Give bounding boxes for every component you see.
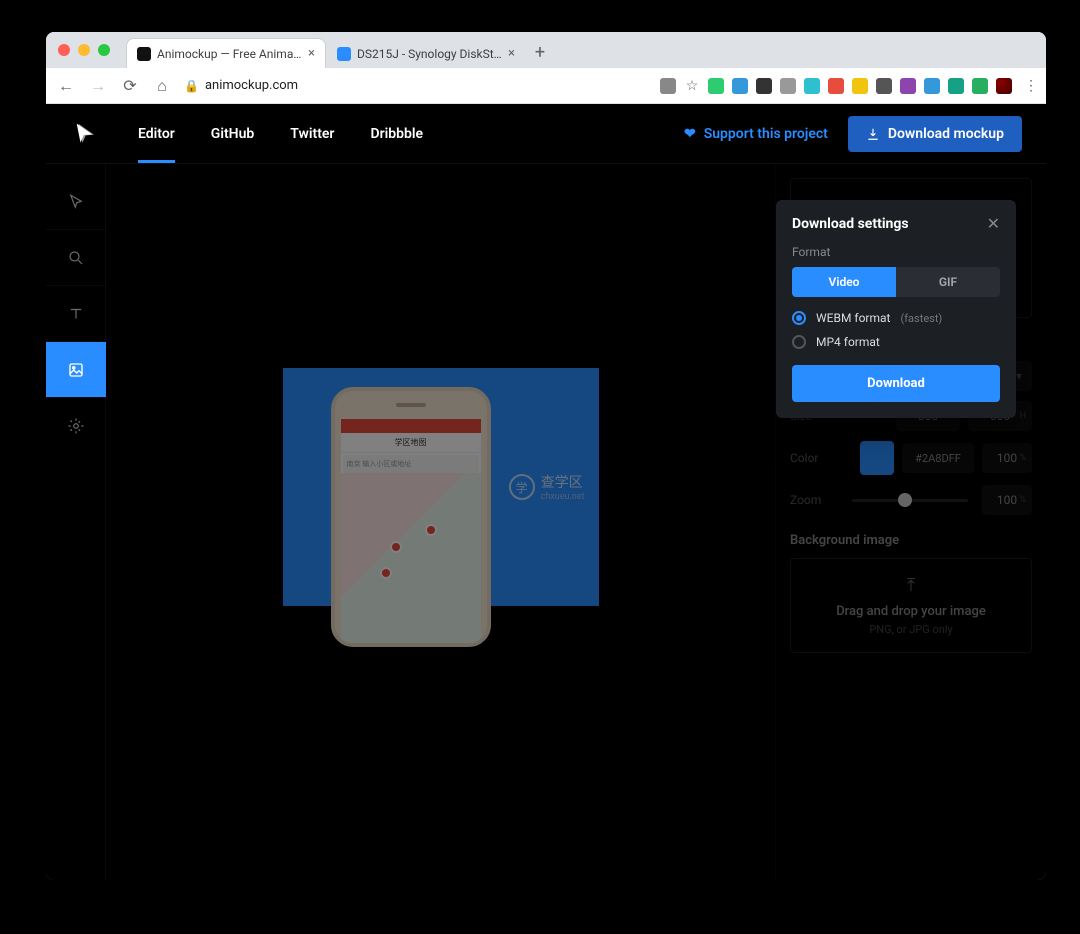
download-settings-popover: Download settings ✕ Format Video GIF WEB… [776, 200, 1016, 418]
favicon-icon [137, 47, 151, 61]
url-text: animockup.com [205, 78, 298, 93]
upload-icon: ⤒ [799, 575, 1023, 596]
download-icon [866, 127, 880, 141]
nav-dribbble[interactable]: Dribbble [370, 106, 423, 162]
window-controls[interactable] [58, 44, 110, 56]
star-icon[interactable]: ☆ [684, 78, 700, 94]
format-segmented: Video GIF [792, 267, 1000, 297]
ext-icon[interactable] [972, 78, 988, 94]
browser-window: Animockup — Free Animated Mockup Maker ×… [46, 32, 1046, 880]
ext-icon[interactable] [708, 78, 724, 94]
popover-title: Download settings [792, 216, 909, 232]
option-webm[interactable]: WEBM format (fastest) [792, 311, 1000, 325]
tool-text[interactable] [46, 286, 106, 342]
maximize-window-icon[interactable] [98, 44, 110, 56]
option-label: MP4 format [816, 335, 880, 349]
profile-avatar[interactable] [996, 78, 1012, 94]
dropzone-hint: PNG, or JPG only [799, 623, 1023, 636]
address-bar[interactable]: 🔒 animockup.com [184, 78, 298, 93]
close-window-icon[interactable] [58, 44, 70, 56]
tab-title: Animockup — Free Animated Mockup Maker [157, 47, 302, 61]
radio-icon [792, 311, 806, 325]
tool-settings[interactable] [46, 398, 106, 454]
minimize-window-icon[interactable] [78, 44, 90, 56]
heart-icon: ❤ [684, 126, 696, 142]
favicon-icon [337, 47, 351, 61]
mockup-canvas[interactable]: 学区地图 南京 输入小区或地址 学 查学区 [283, 368, 599, 606]
section-bg-image: Background image [790, 533, 1032, 548]
lock-icon: 🔒 [184, 79, 199, 93]
app-header: Editor GitHub Twitter Dribbble ❤ Support… [46, 104, 1046, 164]
browser-tab[interactable]: DS215J - Synology DiskStation × [326, 38, 526, 68]
tool-zoom[interactable] [46, 230, 106, 286]
slider-thumb[interactable] [898, 493, 912, 507]
ext-icon[interactable] [948, 78, 964, 94]
close-icon[interactable]: ✕ [987, 214, 1000, 233]
ext-icon[interactable] [804, 78, 820, 94]
chevron-down-icon: ▾ [1016, 369, 1022, 383]
download-mockup-button[interactable]: Download mockup [848, 116, 1022, 152]
zoom-slider[interactable] [852, 499, 968, 502]
translate-icon[interactable] [660, 78, 676, 94]
ext-icon[interactable] [924, 78, 940, 94]
back-icon[interactable]: ← [56, 76, 76, 96]
support-link[interactable]: ❤ Support this project [684, 126, 828, 142]
option-mp4[interactable]: MP4 format [792, 335, 1000, 349]
bg-dropzone[interactable]: ⤒ Drag and drop your image PNG, or JPG o… [790, 558, 1032, 653]
seg-gif[interactable]: GIF [896, 267, 1000, 297]
tab-title: DS215J - Synology DiskStation [357, 47, 502, 61]
app-logo[interactable] [70, 120, 98, 148]
tool-rail [46, 164, 106, 880]
label-zoom: Zoom [790, 493, 838, 507]
phone-title: 学区地图 [341, 433, 481, 453]
home-icon[interactable]: ⌂ [152, 76, 172, 96]
browser-toolbar: ← → ⟳ ⌂ 🔒 animockup.com ☆ ⋮ [46, 68, 1046, 104]
support-label: Support this project [704, 126, 828, 142]
color-swatch[interactable] [860, 441, 894, 475]
close-tab-icon[interactable]: × [502, 46, 515, 61]
reload-icon[interactable]: ⟳ [120, 76, 140, 95]
device-frame: 学区地图 南京 输入小区或地址 [331, 387, 491, 647]
seg-video[interactable]: Video [792, 267, 896, 297]
close-tab-icon[interactable]: × [302, 46, 315, 61]
label-color: Color [790, 451, 838, 465]
ext-icon[interactable] [756, 78, 772, 94]
zoom-input[interactable]: 100% [982, 485, 1032, 515]
watermark-sub: chxueu.net [541, 492, 585, 502]
ext-icon[interactable] [900, 78, 916, 94]
color-opacity-input[interactable]: 100% [982, 443, 1032, 473]
ext-icon[interactable] [732, 78, 748, 94]
tool-image[interactable] [46, 342, 106, 398]
nav-twitter[interactable]: Twitter [290, 106, 334, 162]
watermark-text: 查学区 [541, 472, 585, 492]
extension-icons: ☆ ⋮ [660, 78, 1036, 94]
canvas-area[interactable]: 学区地图 南京 输入小区或地址 学 查学区 [106, 164, 776, 880]
new-tab-button[interactable]: + [526, 38, 554, 66]
phone-search: 南京 输入小区或地址 [343, 455, 479, 473]
header-nav: Editor GitHub Twitter Dribbble [138, 106, 423, 162]
download-button[interactable]: Download [792, 365, 1000, 402]
download-label: Download mockup [888, 126, 1004, 142]
forward-icon[interactable]: → [88, 76, 108, 96]
browser-tabstrip: Animockup — Free Animated Mockup Maker ×… [46, 32, 1046, 68]
nav-editor[interactable]: Editor [138, 106, 175, 162]
browser-tab-active[interactable]: Animockup — Free Animated Mockup Maker × [126, 38, 326, 68]
tool-cursor[interactable] [46, 174, 106, 230]
ext-icon[interactable] [852, 78, 868, 94]
ext-icon[interactable] [828, 78, 844, 94]
color-hex-input[interactable]: #2A8DFF [902, 443, 974, 473]
menu-icon[interactable]: ⋮ [1020, 78, 1036, 94]
ext-icon[interactable] [780, 78, 796, 94]
dropzone-label: Drag and drop your image [799, 604, 1023, 619]
watermark-icon: 学 [509, 474, 535, 500]
nav-github[interactable]: GitHub [211, 106, 254, 162]
radio-icon [792, 335, 806, 349]
option-label: WEBM format [816, 311, 890, 325]
label-format: Format [792, 245, 1000, 259]
canvas-watermark: 学 查学区 chxueu.net [509, 472, 585, 502]
option-hint: (fastest) [900, 312, 942, 325]
ext-icon[interactable] [876, 78, 892, 94]
